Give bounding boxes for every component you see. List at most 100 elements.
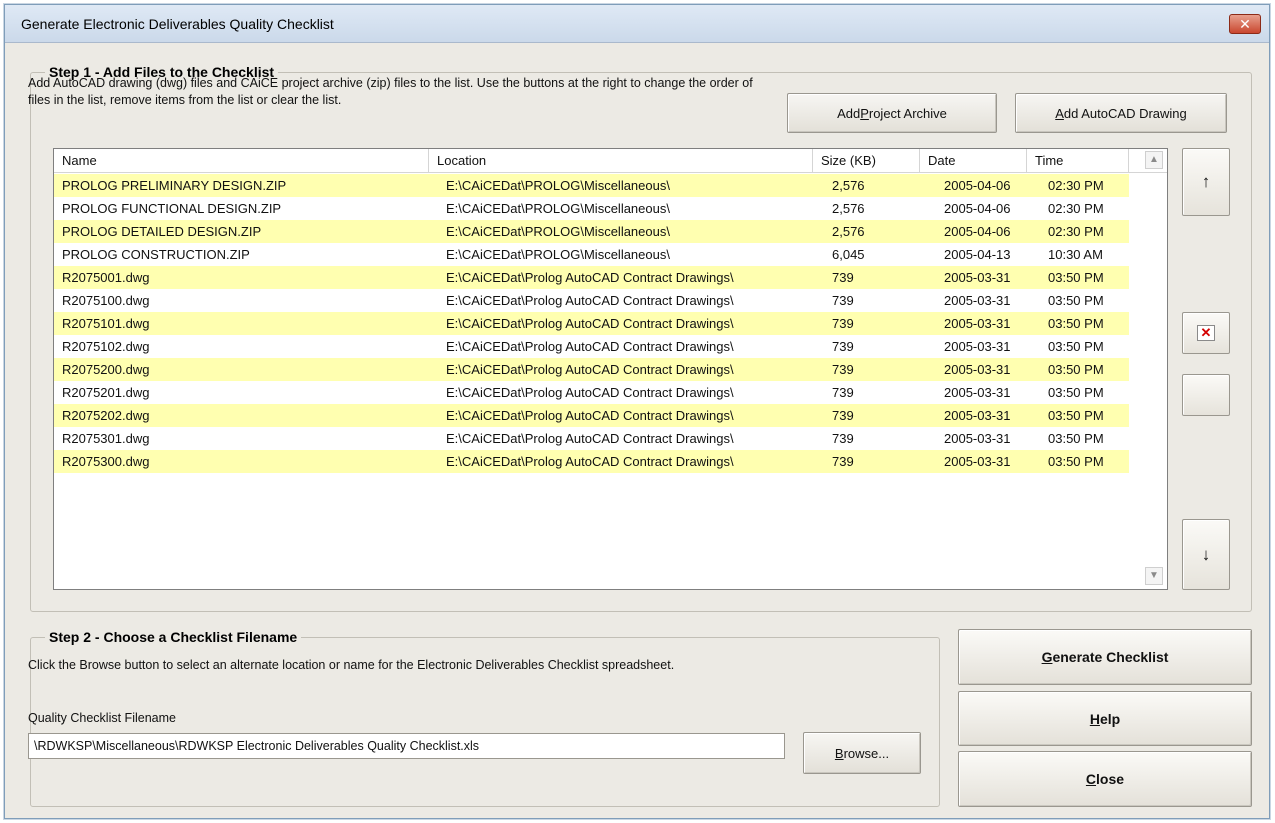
table-row[interactable]: R2075101.dwg E:\CAiCEDat\Prolog AutoCAD C…: [54, 312, 1129, 335]
cell-location: E:\CAiCEDat\Prolog AutoCAD Contract Draw…: [446, 362, 734, 377]
cell-time: 02:30 PM: [1048, 224, 1104, 239]
close-accel: C: [1085, 771, 1097, 787]
cell-size: 739: [832, 431, 854, 446]
cell-time: 10:30 AM: [1048, 247, 1103, 262]
cell-time: 03:50 PM: [1048, 385, 1104, 400]
dialog-content: Step 1 - Add Files to the Checklist Add …: [5, 44, 1269, 818]
cell-size: 739: [832, 339, 854, 354]
list-scroll-up-arrow[interactable]: ▲: [1145, 151, 1163, 169]
cell-name: R2075001.dwg: [62, 270, 150, 285]
cell-time: 03:50 PM: [1048, 431, 1104, 446]
close-suffix: lose: [1096, 771, 1125, 787]
remove-icon: ✕: [1197, 325, 1215, 341]
cell-size: 6,045: [832, 247, 865, 262]
cell-location: E:\CAiCEDat\PROLOG\Miscellaneous\: [446, 224, 670, 239]
cell-date: 2005-03-31: [944, 454, 1011, 469]
table-row[interactable]: R2075100.dwg E:\CAiCEDat\Prolog AutoCAD C…: [54, 289, 1129, 312]
cell-size: 739: [832, 454, 854, 469]
cell-size: 2,576: [832, 201, 865, 216]
browse-accel: B: [834, 745, 844, 761]
table-row[interactable]: R2075301.dwg E:\CAiCEDat\Prolog AutoCAD C…: [54, 427, 1129, 450]
cell-time: 03:50 PM: [1048, 270, 1104, 285]
arrow-down-icon: ↓: [1201, 544, 1211, 564]
table-row[interactable]: PROLOG PRELIMINARY DESIGN.ZIP E:\CAiCEDat…: [54, 174, 1129, 197]
table-row[interactable]: R2075201.dwg E:\CAiCEDat\Prolog AutoCAD C…: [54, 381, 1129, 404]
cell-name: R2075202.dwg: [62, 408, 150, 423]
cell-date: 2005-03-31: [944, 385, 1011, 400]
cell-location: E:\CAiCEDat\Prolog AutoCAD Contract Draw…: [446, 408, 734, 423]
cell-name: R2075102.dwg: [62, 339, 150, 354]
help-button[interactable]: Help: [958, 691, 1252, 746]
cell-size: 739: [832, 270, 854, 285]
clear-list-button[interactable]: [1182, 374, 1230, 416]
step2-legend: Step 2 - Choose a Checklist Filename: [49, 629, 298, 645]
help-suffix: elp: [1099, 710, 1121, 727]
table-row[interactable]: PROLOG CONSTRUCTION.ZIP E:\CAiCEDat\PROLO…: [54, 243, 1129, 266]
cell-size: 739: [832, 408, 854, 423]
column-header-name[interactable]: Name: [54, 149, 429, 173]
table-row[interactable]: R2075001.dwg E:\CAiCEDat\Prolog AutoCAD C…: [54, 266, 1129, 289]
column-header-date[interactable]: Date: [920, 149, 1027, 173]
cell-time: 03:50 PM: [1048, 408, 1104, 423]
add-project-archive-prefix: Add: [837, 105, 861, 121]
add-autocad-drawing-suffix: dd AutoCAD Drawing: [1063, 105, 1187, 121]
table-row[interactable]: R2075102.dwg E:\CAiCEDat\Prolog AutoCAD C…: [54, 335, 1129, 358]
cell-location: E:\CAiCEDat\PROLOG\Miscellaneous\: [446, 178, 670, 193]
cell-size: 2,576: [832, 178, 865, 193]
browse-suffix: rowse...: [843, 745, 890, 761]
table-row[interactable]: PROLOG FUNCTIONAL DESIGN.ZIP E:\CAiCEDat\…: [54, 197, 1129, 220]
cell-date: 2005-04-06: [944, 178, 1011, 193]
window-close-button[interactable]: ✕: [1229, 14, 1261, 34]
file-list[interactable]: Name Location Size (KB) Date Time PROLOG…: [53, 148, 1168, 590]
cell-location: E:\CAiCEDat\Prolog AutoCAD Contract Draw…: [446, 293, 734, 308]
column-header-location[interactable]: Location: [429, 149, 813, 173]
cell-name: R2075200.dwg: [62, 362, 150, 377]
column-header-size[interactable]: Size (KB): [813, 149, 920, 173]
cell-time: 03:50 PM: [1048, 339, 1104, 354]
step2-description: Click the Browse button to select an alt…: [28, 658, 675, 672]
cell-name: PROLOG FUNCTIONAL DESIGN.ZIP: [62, 201, 282, 216]
add-project-archive-button[interactable]: Add Project Archive: [787, 93, 997, 133]
cell-name: R2075201.dwg: [62, 385, 150, 400]
close-button[interactable]: Close: [958, 751, 1252, 807]
browse-button[interactable]: Browse...: [803, 732, 921, 774]
cell-location: E:\CAiCEDat\Prolog AutoCAD Contract Draw…: [446, 316, 734, 331]
cell-time: 03:50 PM: [1048, 293, 1104, 308]
remove-item-button[interactable]: ✕: [1182, 312, 1230, 354]
cell-size: 739: [832, 293, 854, 308]
cell-date: 2005-03-31: [944, 293, 1011, 308]
cell-time: 03:50 PM: [1048, 362, 1104, 377]
column-header-time[interactable]: Time: [1027, 149, 1129, 173]
add-project-archive-suffix: roject Archive: [868, 105, 947, 121]
cell-name: R2075300.dwg: [62, 454, 150, 469]
cell-name: R2075100.dwg: [62, 293, 150, 308]
list-scroll-down-arrow[interactable]: ▼: [1145, 567, 1163, 585]
close-icon: ✕: [1239, 16, 1251, 32]
cell-name: R2075101.dwg: [62, 316, 150, 331]
table-row[interactable]: R2075300.dwg E:\CAiCEDat\Prolog AutoCAD C…: [54, 450, 1129, 473]
generate-suffix: enerate Checklist: [1052, 649, 1169, 665]
generate-checklist-button[interactable]: Generate Checklist: [958, 629, 1252, 685]
cell-location: E:\CAiCEDat\Prolog AutoCAD Contract Draw…: [446, 385, 734, 400]
move-up-button[interactable]: ↑: [1182, 148, 1230, 216]
cell-time: 02:30 PM: [1048, 178, 1104, 193]
filename-input[interactable]: [28, 733, 785, 759]
cell-location: E:\CAiCEDat\Prolog AutoCAD Contract Draw…: [446, 454, 734, 469]
cell-date: 2005-03-31: [944, 316, 1011, 331]
cell-date: 2005-03-31: [944, 270, 1011, 285]
move-down-button[interactable]: ↓: [1182, 519, 1230, 590]
cell-name: R2075301.dwg: [62, 431, 150, 446]
add-autocad-drawing-button[interactable]: Add AutoCAD Drawing: [1015, 93, 1227, 133]
add-project-archive-accel: P: [860, 105, 869, 121]
cell-date: 2005-04-06: [944, 201, 1011, 216]
table-row[interactable]: R2075200.dwg E:\CAiCEDat\Prolog AutoCAD C…: [54, 358, 1129, 381]
cell-location: E:\CAiCEDat\Prolog AutoCAD Contract Draw…: [446, 339, 734, 354]
cell-time: 03:50 PM: [1048, 454, 1104, 469]
table-row[interactable]: PROLOG DETAILED DESIGN.ZIP E:\CAiCEDat\PR…: [54, 220, 1129, 243]
add-autocad-drawing-accel: A: [1055, 105, 1064, 121]
cell-time: 03:50 PM: [1048, 316, 1104, 331]
title-bar: Generate Electronic Deliverables Quality…: [5, 5, 1269, 43]
table-row[interactable]: R2075202.dwg E:\CAiCEDat\Prolog AutoCAD C…: [54, 404, 1129, 427]
filename-label: Quality Checklist Filename: [28, 711, 176, 725]
dialog-window: Generate Electronic Deliverables Quality…: [4, 4, 1270, 819]
